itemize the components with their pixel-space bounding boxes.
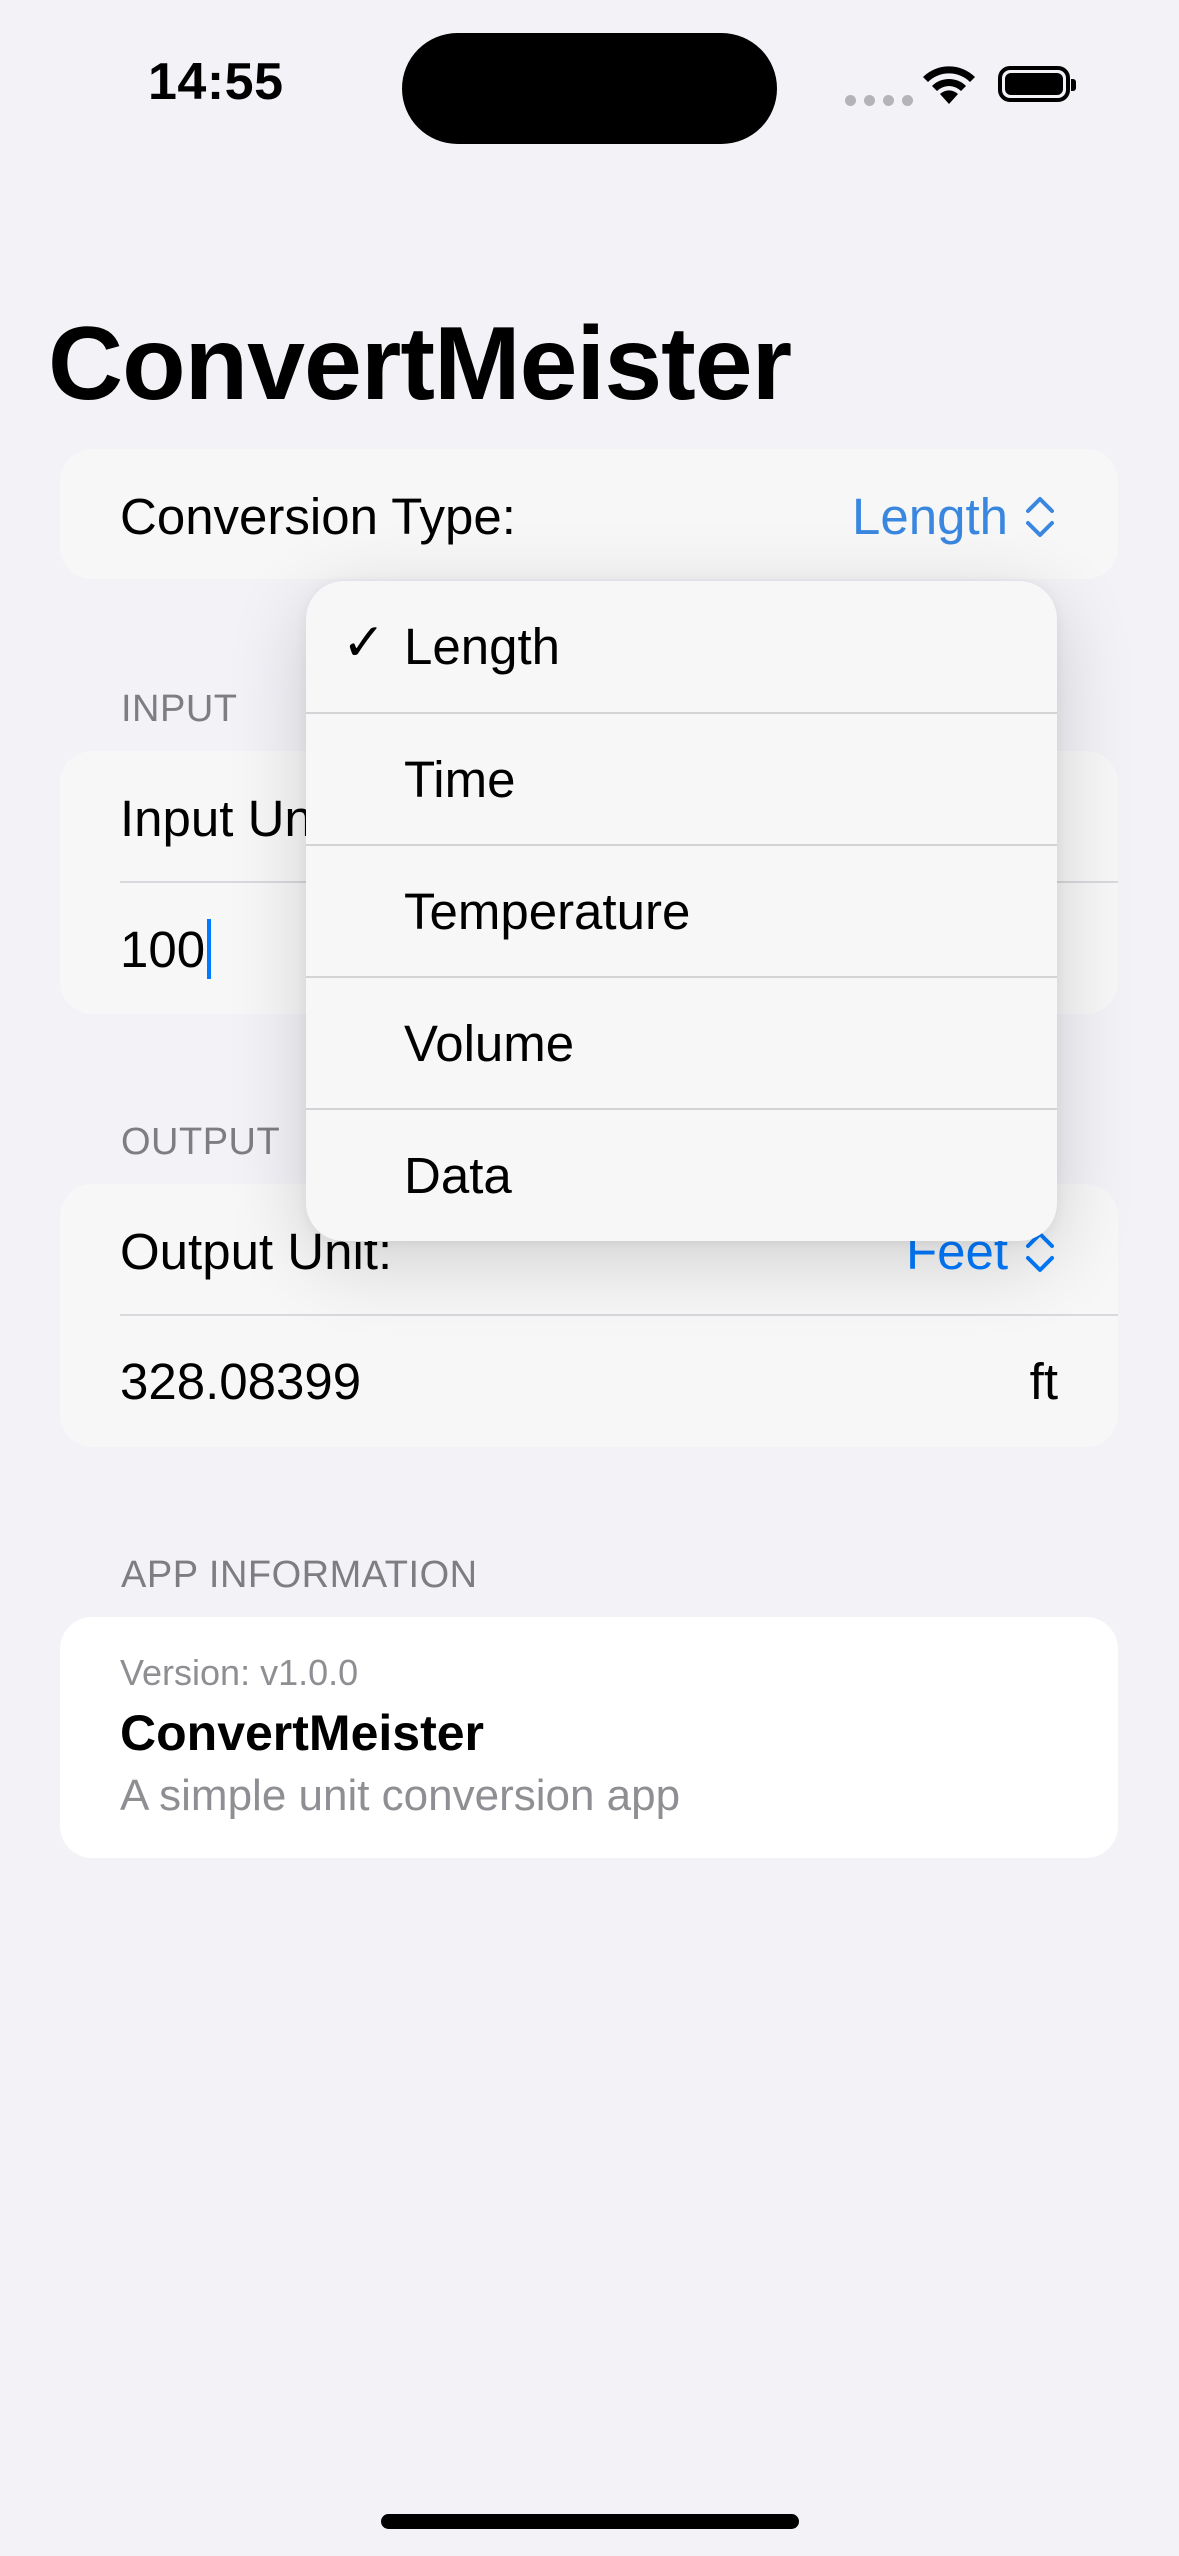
menu-item-data[interactable]: Data xyxy=(306,1110,1057,1241)
menu-item-length[interactable]: ✓ Length xyxy=(306,581,1057,712)
conversion-type-menu: ✓ Length Time Temperature Volume Data xyxy=(306,581,1057,1241)
output-unit-symbol: ft xyxy=(1029,1353,1058,1410)
menu-item-label: Temperature xyxy=(404,883,691,940)
output-section-header: OUTPUT xyxy=(121,1121,281,1163)
app-name: ConvertMeister xyxy=(120,1705,484,1761)
app-version: Version: v1.0.0 xyxy=(120,1652,359,1693)
menu-item-time[interactable]: Time xyxy=(306,714,1057,845)
input-value: 100 xyxy=(120,920,206,978)
status-time: 14:55 xyxy=(148,53,284,111)
text-cursor xyxy=(207,919,212,979)
input-value-field[interactable]: 100 xyxy=(120,919,212,979)
menu-item-label: Data xyxy=(404,1147,512,1204)
conversion-type-row[interactable]: Conversion Type: Length xyxy=(60,449,1118,579)
menu-item-temperature[interactable]: Temperature xyxy=(306,846,1057,977)
chevron-up-down-icon xyxy=(1026,496,1054,537)
wifi-icon xyxy=(920,62,978,111)
home-indicator[interactable] xyxy=(381,2514,799,2529)
divider xyxy=(120,1314,1118,1316)
conversion-type-picker[interactable]: Length xyxy=(852,487,1058,546)
checkmark-icon: ✓ xyxy=(342,614,386,672)
dynamic-island xyxy=(402,33,777,144)
app-info-section-header: APP INFORMATION xyxy=(121,1554,478,1596)
menu-item-label: Time xyxy=(404,751,516,808)
conversion-type-label: Conversion Type: xyxy=(120,488,516,545)
app-info-card: Version: v1.0.0 ConvertMeister A simple … xyxy=(60,1617,1118,1858)
menu-item-label: Volume xyxy=(404,1015,575,1072)
app-description: A simple unit conversion app xyxy=(120,1771,681,1820)
input-section-header: INPUT xyxy=(121,688,238,730)
page-title: ConvertMeister xyxy=(48,306,792,422)
menu-item-label: Length xyxy=(404,618,560,675)
conversion-type-value: Length xyxy=(852,488,1008,545)
cellular-signal-icon xyxy=(845,95,913,106)
battery-icon xyxy=(998,66,1076,102)
output-value: 328.08399 xyxy=(120,1353,362,1410)
menu-item-volume[interactable]: Volume xyxy=(306,978,1057,1109)
